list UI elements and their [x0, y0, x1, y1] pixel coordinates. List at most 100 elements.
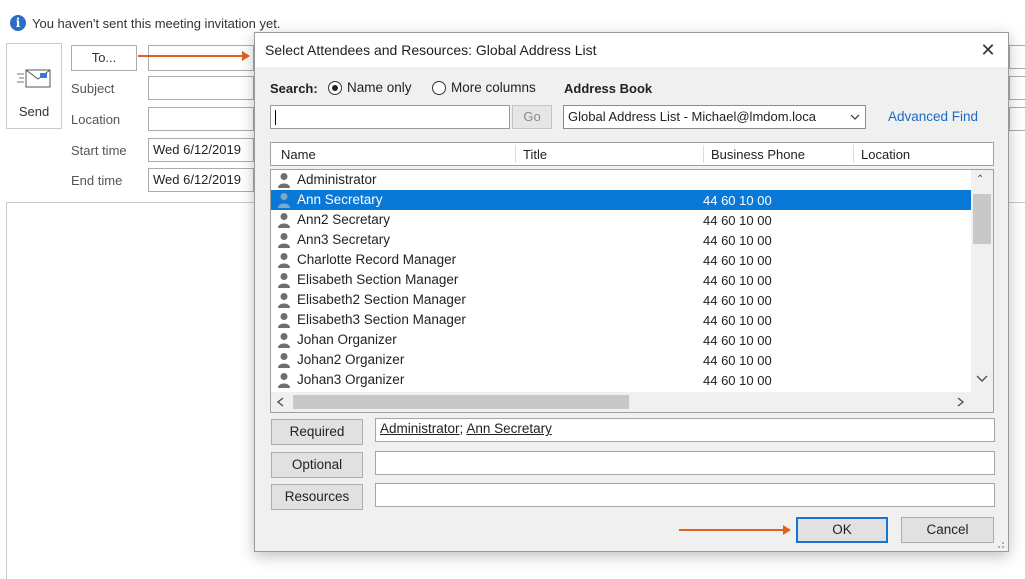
list-item[interactable]: Ann Secretary 44 60 10 00 — [271, 190, 971, 210]
list-item[interactable]: Johan3 Organizer 44 60 10 00 — [271, 370, 971, 390]
list-item-phone: 44 60 10 00 — [703, 193, 772, 208]
info-text: You haven't sent this meeting invitation… — [32, 15, 281, 31]
list-item[interactable]: Elisabeth2 Section Manager 44 60 10 00 — [271, 290, 971, 310]
vertical-scroll-thumb[interactable] — [973, 194, 991, 244]
send-button[interactable]: Send — [6, 43, 62, 129]
search-input[interactable] — [270, 105, 510, 129]
radio-unchecked-icon — [432, 80, 446, 95]
list-item-name: Elisabeth Section Manager — [297, 272, 459, 287]
go-button[interactable]: Go — [512, 105, 552, 129]
required-button[interactable]: Required — [271, 419, 363, 445]
list-item-name: Johan3 Organizer — [297, 372, 405, 387]
list-item[interactable]: Charlotte Record Manager 44 60 10 00 — [271, 250, 971, 270]
person-icon — [278, 333, 290, 348]
column-name[interactable]: Name — [281, 147, 316, 162]
optional-field[interactable] — [375, 451, 995, 475]
person-icon — [278, 173, 290, 188]
location-field[interactable] — [148, 107, 254, 131]
resources-field[interactable] — [375, 483, 995, 507]
list-item-name: Johan2 Organizer — [297, 352, 405, 367]
info-icon: i — [10, 15, 26, 31]
chevron-down-icon — [849, 111, 861, 123]
select-attendees-dialog: Select Attendees and Resources: Global A… — [254, 32, 1009, 552]
dialog-title: Select Attendees and Resources: Global A… — [265, 42, 597, 58]
list-item-name: Ann3 Secretary — [297, 232, 391, 247]
person-icon — [278, 373, 290, 388]
column-header-row: Name Title Business Phone Location — [270, 142, 994, 166]
annotation-arrow-to — [138, 51, 250, 61]
person-icon — [278, 293, 290, 308]
list-item[interactable]: Ann3 Secretary 44 60 10 00 — [271, 230, 971, 250]
start-time-field[interactable]: Wed 6/12/2019 — [148, 138, 254, 162]
list-item[interactable]: Elisabeth3 Section Manager 44 60 10 00 — [271, 310, 971, 330]
scroll-right-icon[interactable] — [957, 397, 965, 407]
required-field[interactable]: Administrator; Ann Secretary — [375, 418, 995, 442]
list-item-name: Ann2 Secretary — [297, 212, 391, 227]
end-time-field[interactable]: Wed 6/12/2019 — [148, 168, 254, 192]
search-label: Search: — [270, 81, 318, 96]
address-book-select[interactable]: Global Address List - Michael@lmdom.loca — [563, 105, 866, 129]
close-icon[interactable]: ✕ — [977, 39, 999, 61]
start-time-label: Start time — [71, 143, 127, 158]
list-item-name: Administrator — [297, 172, 377, 187]
address-list: Administrator Ann Secretary 44 60 10 00 Ann… — [270, 169, 994, 413]
radio-more-columns[interactable]: More columns — [432, 80, 536, 95]
subject-field-right — [1009, 76, 1025, 100]
to-field-right — [1009, 45, 1025, 69]
list-item-name: Elisabeth3 Section Manager — [297, 312, 466, 327]
list-item-phone: 44 60 10 00 — [703, 273, 772, 288]
column-business-phone[interactable]: Business Phone — [711, 147, 805, 162]
column-location[interactable]: Location — [861, 147, 910, 162]
radio-name-only-label: Name only — [347, 80, 412, 95]
list-item-name: Ann Secretary — [297, 192, 383, 207]
send-label: Send — [18, 104, 50, 119]
list-item-phone: 44 60 10 00 — [703, 373, 772, 388]
recipient-separator: ; — [459, 421, 464, 436]
text-caret — [275, 110, 276, 125]
scroll-down-icon[interactable] — [976, 374, 988, 384]
annotation-arrow-ok — [679, 525, 791, 535]
list-item-phone: 44 60 10 00 — [703, 353, 772, 368]
address-book-value: Global Address List - Michael@lmdom.loca — [568, 109, 817, 124]
list-item-name: Elisabeth2 Section Manager — [297, 292, 466, 307]
column-title[interactable]: Title — [523, 147, 547, 162]
advanced-find-link[interactable]: Advanced Find — [888, 109, 978, 124]
list-item-phone: 44 60 10 00 — [703, 233, 772, 248]
list-item[interactable]: Johan Organizer 44 60 10 00 — [271, 330, 971, 350]
list-item-name: Charlotte Record Manager — [297, 252, 457, 267]
radio-name-only[interactable]: Name only — [328, 80, 412, 95]
scroll-left-icon[interactable] — [277, 397, 285, 407]
address-book-label: Address Book — [564, 81, 653, 96]
list-item[interactable]: Elisabeth Section Manager 44 60 10 00 — [271, 270, 971, 290]
person-icon — [278, 193, 290, 208]
person-icon — [278, 273, 290, 288]
list-item-phone: 44 60 10 00 — [703, 213, 772, 228]
list-item-name: Johan Organizer — [297, 332, 397, 347]
required-recipient-1[interactable]: Administrator — [380, 421, 460, 436]
cancel-button[interactable]: Cancel — [901, 517, 994, 543]
ok-button[interactable]: OK — [796, 517, 888, 543]
person-icon — [278, 313, 290, 328]
horizontal-scrollbar[interactable] — [271, 392, 993, 412]
list-item-phone: 44 60 10 00 — [703, 313, 772, 328]
horizontal-scroll-thumb[interactable] — [293, 395, 629, 409]
list-item-phone: 44 60 10 00 — [703, 293, 772, 308]
required-recipient-2[interactable]: Ann Secretary — [466, 421, 552, 436]
resources-button[interactable]: Resources — [271, 484, 363, 510]
list-item[interactable]: Ann2 Secretary 44 60 10 00 — [271, 210, 971, 230]
scroll-up-icon[interactable]: ⌃ — [976, 174, 984, 185]
subject-field[interactable] — [148, 76, 254, 100]
location-label: Location — [71, 112, 121, 127]
radio-checked-icon — [328, 80, 342, 95]
resize-grip-icon[interactable] — [995, 539, 1005, 549]
end-time-label: End time — [71, 173, 123, 188]
vertical-scrollbar[interactable]: ⌃ — [971, 170, 993, 392]
subject-label: Subject — [71, 81, 115, 96]
optional-button[interactable]: Optional — [271, 452, 363, 478]
list-item[interactable]: Administrator — [271, 170, 971, 190]
radio-more-columns-label: More columns — [451, 80, 536, 95]
dialog-titlebar: Select Attendees and Resources: Global A… — [255, 33, 1008, 67]
list-item[interactable]: Johan2 Organizer 44 60 10 00 — [271, 350, 971, 370]
person-icon — [278, 353, 290, 368]
to-button[interactable]: To... — [71, 45, 137, 71]
